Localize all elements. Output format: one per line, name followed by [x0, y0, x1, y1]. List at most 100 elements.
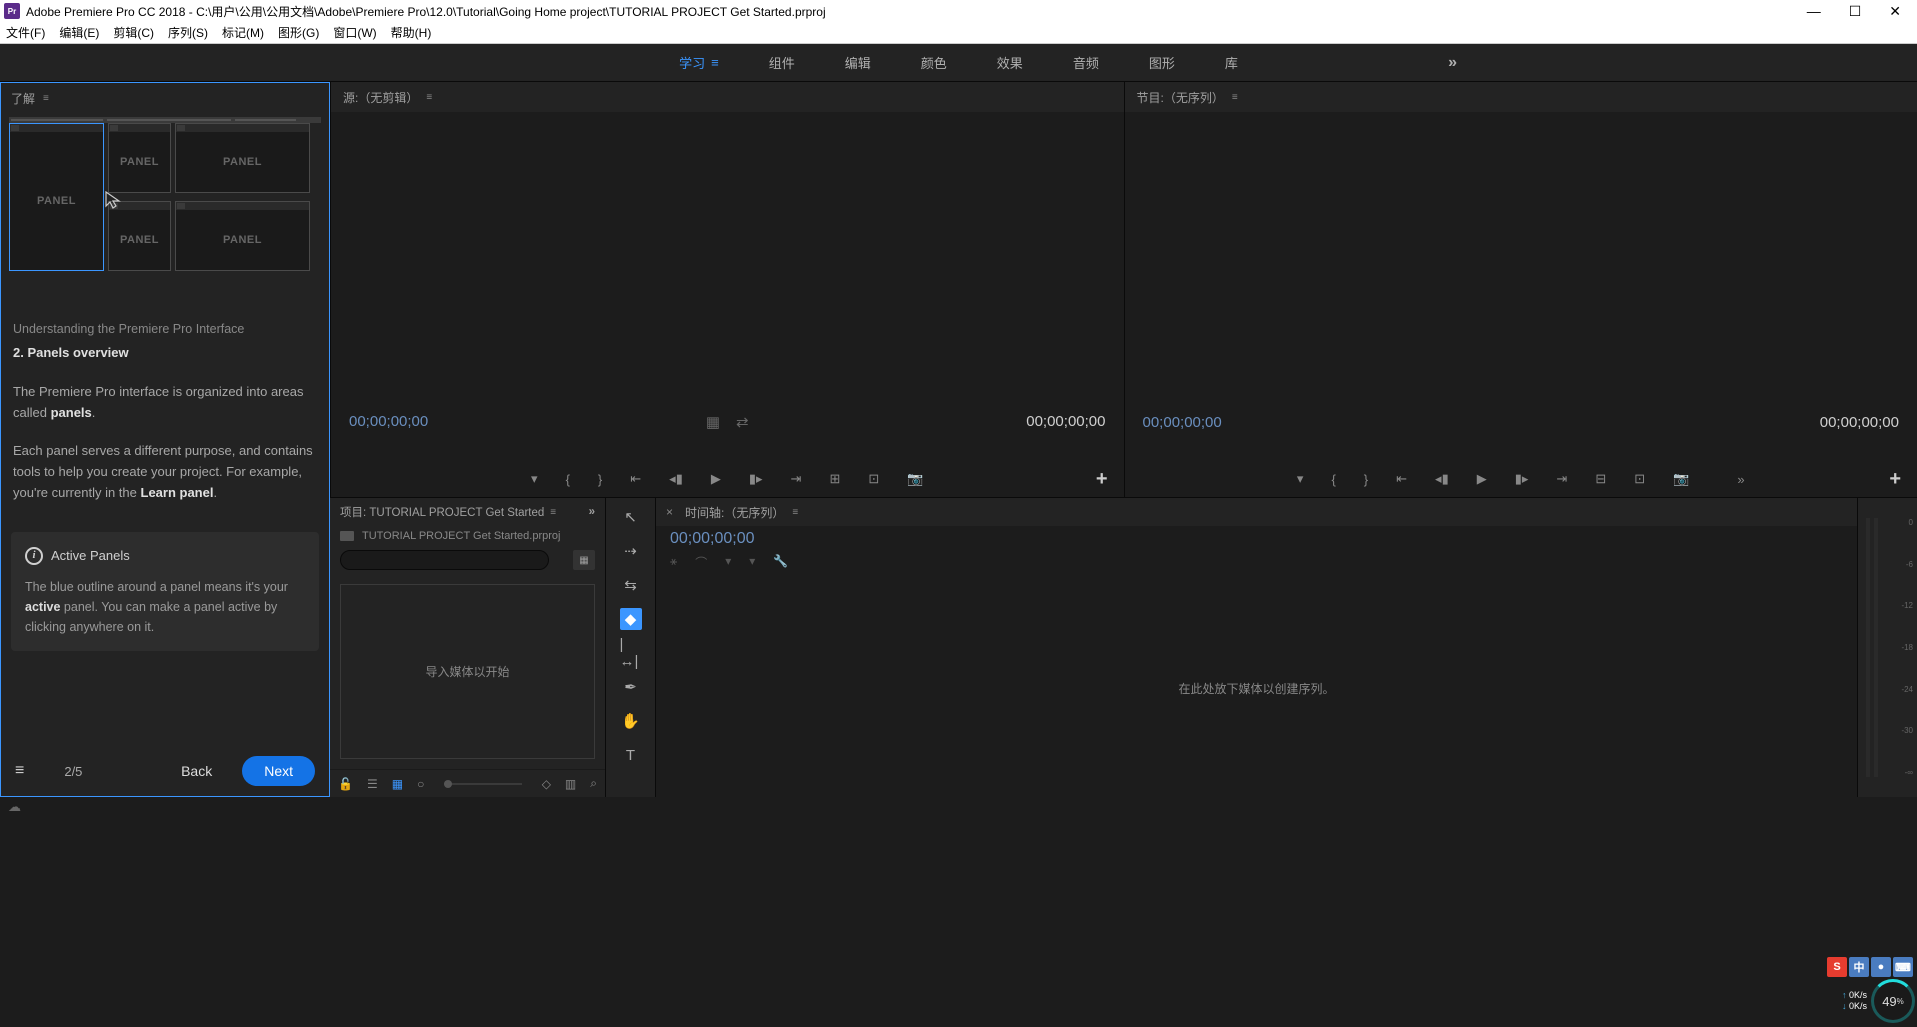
track-select-tool-icon[interactable]: ⇢ — [620, 540, 642, 562]
play-icon[interactable]: ▶ — [711, 471, 721, 487]
auto-sequence-icon[interactable]: ▥ — [565, 777, 576, 791]
step-back-icon[interactable]: ◂▮ — [1435, 471, 1449, 487]
workspace-editing[interactable]: 编辑 — [845, 53, 871, 72]
new-bin-icon[interactable]: ▦ — [573, 550, 595, 570]
overwrite-icon[interactable]: ⊡ — [868, 471, 879, 487]
marker-icon[interactable]: ▾ — [531, 471, 538, 487]
next-button[interactable]: Next — [242, 756, 315, 786]
import-media-zone[interactable]: 导入媒体以开始 — [340, 584, 595, 759]
panel-menu-icon[interactable]: ≡ — [792, 507, 798, 518]
marker-add-icon[interactable]: ▾ — [725, 554, 731, 571]
go-to-out-icon[interactable]: ⇥ — [1556, 471, 1567, 487]
extract-icon[interactable]: ⊡ — [1634, 471, 1645, 487]
out-point-icon[interactable]: } — [598, 472, 602, 487]
in-point-icon[interactable]: { — [1331, 472, 1335, 487]
freeform-view-icon[interactable]: ○ — [417, 777, 424, 791]
program-monitor[interactable]: 节目:（无序列） ≡ 00;00;00;00 00;00;00;00 ▾ { }… — [1124, 82, 1917, 497]
source-scrub-bar[interactable] — [345, 439, 1110, 461]
settings-icon[interactable]: ⇄ — [736, 413, 749, 431]
ime-chinese-icon[interactable]: 中 — [1849, 957, 1869, 977]
workspace-color[interactable]: 颜色 — [921, 53, 947, 72]
cpu-gauge[interactable]: 49% — [1871, 979, 1915, 1023]
step-forward-icon[interactable]: ▮▸ — [1515, 471, 1529, 487]
type-tool-icon[interactable]: T — [620, 744, 642, 766]
panel-menu-icon[interactable]: ≡ — [1232, 92, 1238, 103]
timeline-timecode[interactable]: 00;00;00;00 — [656, 526, 1857, 552]
hand-tool-icon[interactable]: ✋ — [620, 710, 642, 732]
pen-tool-icon[interactable]: ✒ — [620, 676, 642, 698]
out-point-icon[interactable]: } — [1364, 472, 1368, 487]
ime-keyboard-icon[interactable]: ⌨ — [1893, 957, 1913, 977]
workspace-libraries[interactable]: 库 — [1225, 53, 1238, 72]
linked-selection-icon[interactable]: ⌒ — [695, 554, 707, 571]
menu-clip[interactable]: 剪辑(C) — [113, 24, 154, 41]
find-icon[interactable]: ⌕ — [590, 776, 597, 791]
export-frame-icon[interactable]: 📷 — [1673, 471, 1689, 487]
play-icon[interactable]: ▶ — [1477, 471, 1487, 487]
list-view-icon[interactable]: ☰ — [367, 777, 378, 791]
in-point-icon[interactable]: { — [566, 472, 570, 487]
sort-icon[interactable]: ◇ — [542, 777, 551, 791]
menu-sequence[interactable]: 序列(S) — [168, 24, 208, 41]
panel-overflow-icon[interactable]: » — [589, 506, 595, 518]
panel-menu-icon[interactable]: ≡ — [43, 93, 49, 104]
marker-icon[interactable]: ▾ — [749, 554, 755, 571]
snap-icon[interactable]: ⚹ — [670, 554, 677, 571]
creative-cloud-icon[interactable]: ☁ — [8, 799, 24, 815]
workspace-audio[interactable]: 音频 — [1073, 53, 1099, 72]
insert-icon[interactable]: ⊞ — [829, 471, 840, 487]
back-button[interactable]: Back — [181, 763, 212, 779]
lift-icon[interactable]: ⊟ — [1595, 471, 1606, 487]
overflow-icon[interactable]: » — [1737, 472, 1744, 487]
bin-icon — [340, 531, 354, 541]
ime-indicator[interactable]: S 中 ● ⌨ — [1827, 957, 1913, 977]
razor-tool-icon[interactable]: ◆ — [620, 608, 642, 630]
menu-edit[interactable]: 编辑(E) — [59, 24, 99, 41]
close-button[interactable]: ✕ — [1889, 3, 1901, 20]
ripple-edit-tool-icon[interactable]: ⇆ — [620, 574, 642, 596]
slip-tool-icon[interactable]: |↔| — [620, 642, 642, 664]
workspace-assembly[interactable]: 组件 — [769, 53, 795, 72]
workspace-graphics[interactable]: 图形 — [1149, 53, 1175, 72]
tutorial-menu-icon[interactable]: ≡ — [15, 762, 24, 780]
minimize-button[interactable]: — — [1807, 3, 1821, 20]
maximize-button[interactable]: ☐ — [1849, 3, 1862, 20]
lock-icon[interactable]: 🔓 — [338, 777, 353, 791]
menu-window[interactable]: 窗口(W) — [333, 24, 376, 41]
ime-punct-icon[interactable]: ● — [1871, 957, 1891, 977]
add-button-icon[interactable]: + — [1096, 468, 1108, 491]
panel-menu-icon[interactable]: ≡ — [711, 55, 719, 70]
ime-sogou-icon[interactable]: S — [1827, 957, 1847, 977]
menu-help[interactable]: 帮助(H) — [391, 24, 432, 41]
project-search-input[interactable] — [340, 550, 549, 570]
step-back-icon[interactable]: ◂▮ — [669, 471, 683, 487]
zoom-slider[interactable] — [444, 783, 521, 785]
panel-menu-icon[interactable]: ≡ — [550, 507, 556, 518]
selection-tool-icon[interactable]: ↖ — [620, 506, 642, 528]
step-forward-icon[interactable]: ▮▸ — [749, 471, 763, 487]
settings-wrench-icon[interactable]: 🔧 — [773, 554, 788, 571]
timeline-panel[interactable]: × 时间轴:（无序列） ≡ 00;00;00;00 ⚹ ⌒ ▾ ▾ 🔧 在此处放… — [655, 498, 1857, 797]
marker-icon[interactable]: ▾ — [1297, 471, 1304, 487]
program-scrub-bar[interactable] — [1139, 439, 1904, 461]
menu-graphics[interactable]: 图形(G) — [278, 24, 319, 41]
go-to-in-icon[interactable]: ⇤ — [1396, 471, 1407, 487]
menu-marker[interactable]: 标记(M) — [222, 24, 264, 41]
go-to-in-icon[interactable]: ⇤ — [630, 471, 641, 487]
workspace-overflow-icon[interactable]: » — [1448, 54, 1457, 72]
menu-file[interactable]: 文件(F) — [6, 24, 45, 41]
go-to-out-icon[interactable]: ⇥ — [791, 471, 802, 487]
panel-menu-icon[interactable]: ≡ — [426, 92, 432, 103]
source-monitor[interactable]: 源:（无剪辑） ≡ 00;00;00;00 ▦ ⇄ 00;00;00;00 ▾ … — [330, 82, 1124, 497]
net-download-speed: 0K/s — [1842, 1001, 1867, 1012]
workspace-effects[interactable]: 效果 — [997, 53, 1023, 72]
add-button-icon[interactable]: + — [1889, 468, 1901, 491]
learn-panel[interactable]: 了解 ≡ PANEL PANEL PANEL PANEL PANEL — [0, 82, 330, 797]
workspace-learn[interactable]: 学习≡ — [679, 53, 719, 72]
close-tab-icon[interactable]: × — [666, 505, 673, 519]
timeline-drop-zone[interactable]: 在此处放下媒体以创建序列。 — [656, 579, 1857, 797]
export-frame-icon[interactable]: 📷 — [907, 471, 923, 487]
icon-view-icon[interactable]: ▦ — [392, 777, 403, 791]
project-panel[interactable]: 项目: TUTORIAL PROJECT Get Started ≡ » TUT… — [330, 498, 605, 797]
fit-icon[interactable]: ▦ — [706, 413, 720, 431]
